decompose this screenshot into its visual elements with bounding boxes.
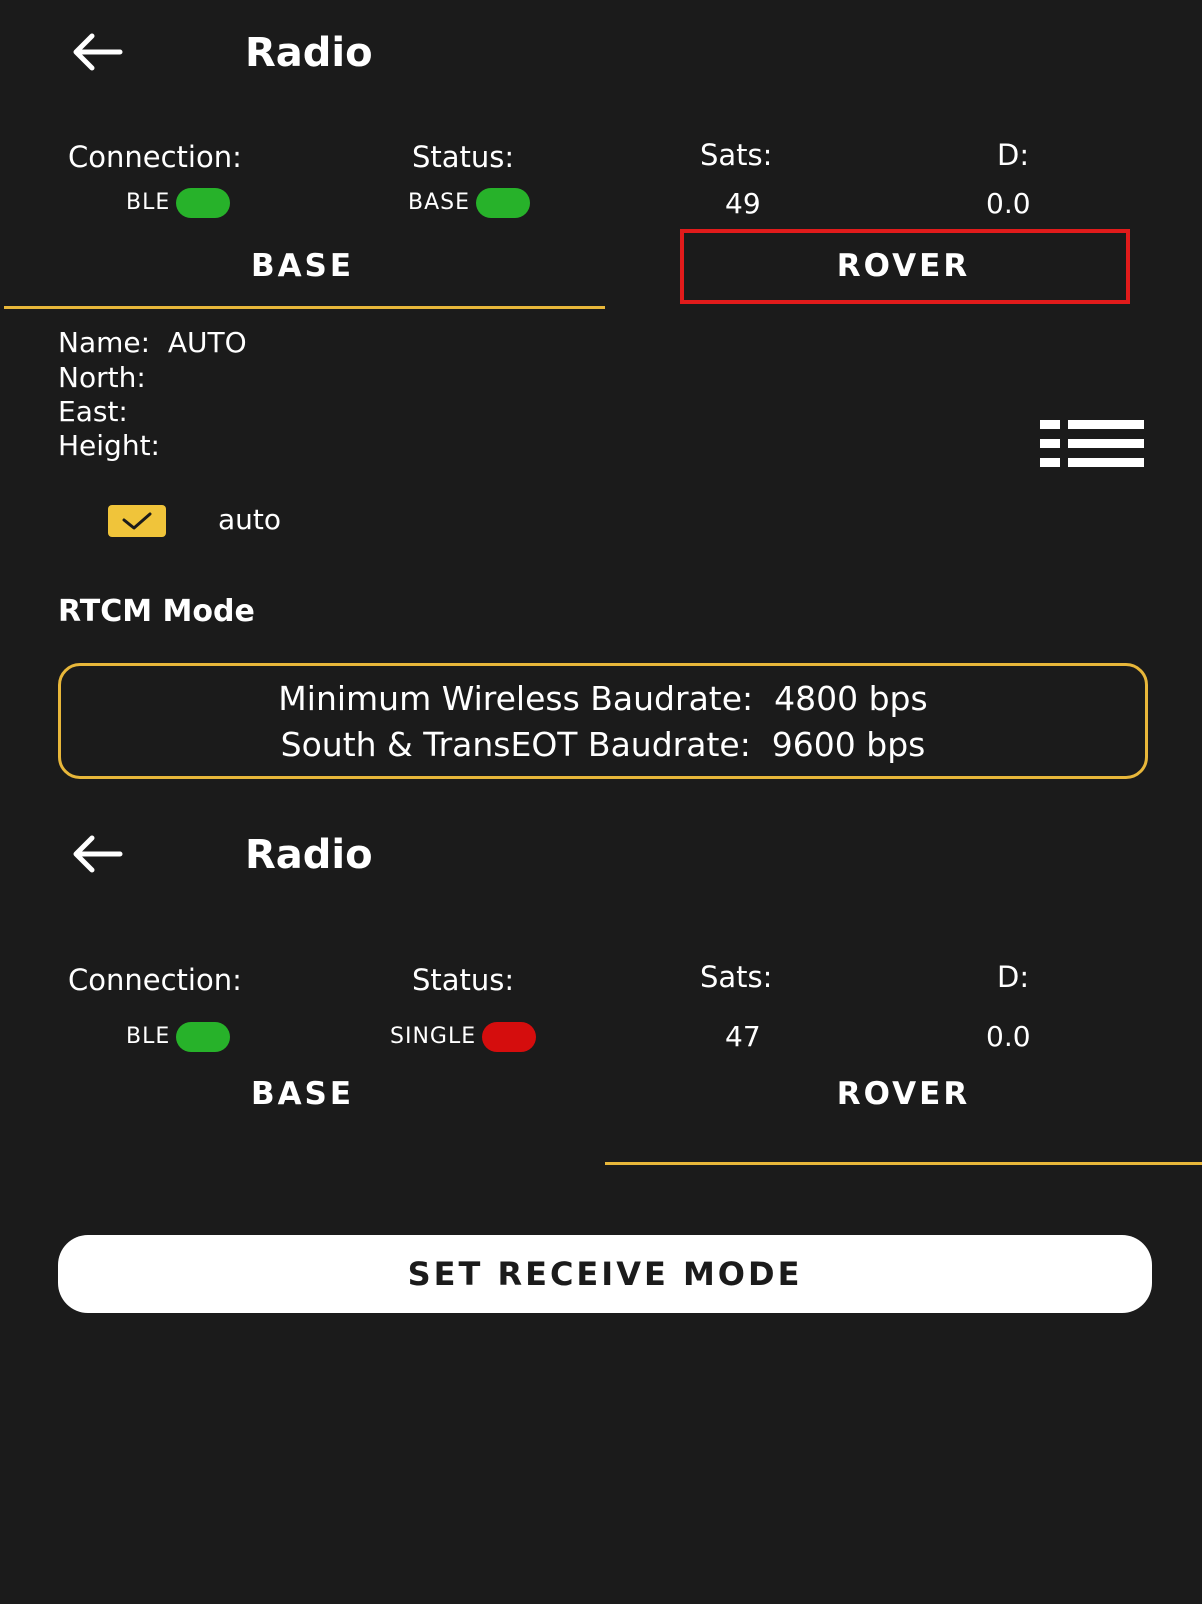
north-label: North: [58, 361, 146, 394]
checkmark-icon [122, 512, 152, 530]
sats-label: Sats: [700, 138, 773, 172]
tab-base[interactable]: BASE [0, 1076, 605, 1112]
name-row: Name: AUTO [58, 325, 247, 360]
tab-base[interactable]: BASE [0, 248, 605, 284]
page-title: Radio [245, 832, 373, 878]
name-label: Name: [58, 326, 151, 359]
rtcm-line-2: South & TransEOT Baudrate: 9600 bps [280, 725, 926, 764]
tab-active-indicator [4, 306, 605, 309]
status-indicator: BASE [408, 188, 531, 218]
connection-value: BLE [126, 190, 171, 215]
status-dot [482, 1022, 537, 1052]
sats-value: 47 [725, 1020, 761, 1053]
set-receive-mode-button[interactable]: SET RECEIVE MODE [58, 1235, 1152, 1313]
status-dot [476, 188, 531, 218]
connection-status-dot [176, 188, 231, 218]
back-arrow-icon[interactable] [68, 832, 124, 884]
radio-screen-rover: Radio Connection: Status: Sats: D: BLE S… [0, 800, 1202, 1604]
connection-status-dot [176, 1022, 231, 1052]
rtcm-line-1: Minimum Wireless Baudrate: 4800 bps [278, 679, 928, 718]
height-label: Height: [58, 429, 160, 462]
sats-value: 49 [725, 187, 761, 220]
page-title: Radio [245, 30, 373, 76]
name-value: AUTO [167, 326, 247, 359]
rover-tab-highlight [680, 229, 1130, 304]
auto-checkbox[interactable] [108, 505, 166, 537]
radio-screen-base: Radio Connection: Status: Sats: D: BLE B… [0, 0, 1202, 790]
status-value: BASE [408, 190, 471, 215]
sats-label: Sats: [700, 960, 773, 994]
status-label: Status: [412, 140, 515, 174]
tab-active-indicator [605, 1162, 1202, 1165]
connection-indicator: BLE [126, 1022, 231, 1052]
rtcm-info-box: Minimum Wireless Baudrate: 4800 bps Sout… [58, 663, 1148, 779]
status-indicator: SINGLE [390, 1022, 537, 1052]
connection-label: Connection: [68, 963, 242, 997]
connection-indicator: BLE [126, 188, 231, 218]
east-label: East: [58, 395, 128, 428]
status-value: SINGLE [390, 1024, 477, 1049]
list-icon[interactable] [1040, 420, 1144, 468]
back-arrow-icon[interactable] [68, 30, 124, 82]
tab-rover[interactable]: ROVER [605, 1076, 1202, 1112]
d-value: 0.0 [986, 1020, 1031, 1053]
auto-checkbox-label: auto [218, 503, 282, 536]
connection-value: BLE [126, 1024, 171, 1049]
d-label: D: [997, 138, 1030, 172]
status-label: Status: [412, 963, 515, 997]
rtcm-heading: RTCM Mode [58, 594, 255, 629]
d-value: 0.0 [986, 187, 1031, 220]
connection-label: Connection: [68, 140, 242, 174]
d-label: D: [997, 960, 1030, 994]
